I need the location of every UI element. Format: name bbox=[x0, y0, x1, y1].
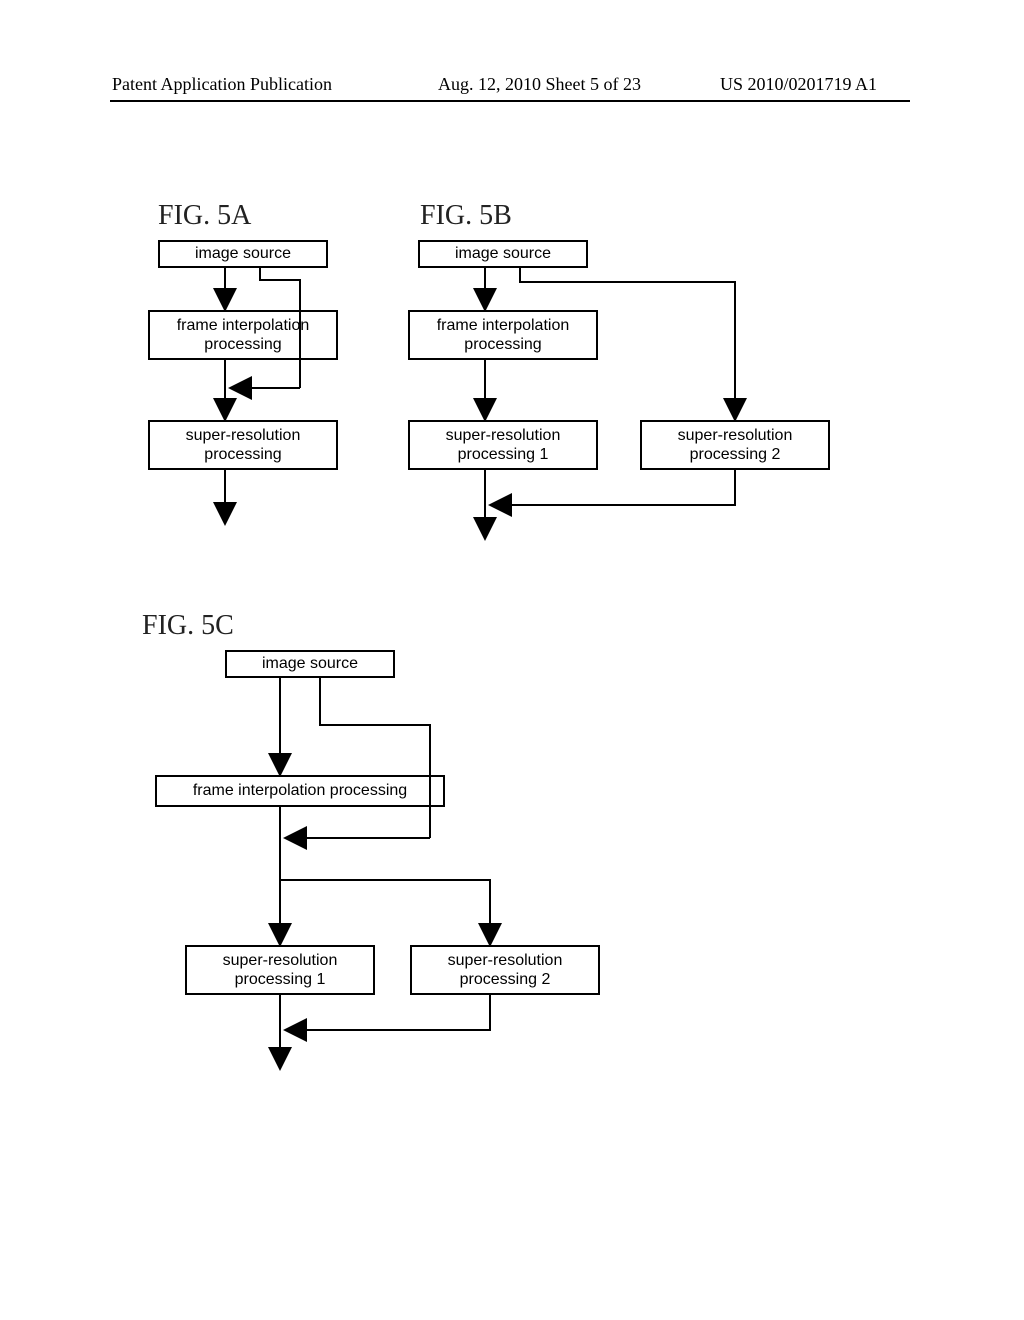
fig-5b-label: FIG. 5B bbox=[420, 200, 512, 232]
fig-5c-label: FIG. 5C bbox=[142, 610, 234, 642]
fig5a-image-source-box: image source bbox=[158, 240, 328, 268]
fig5b-super-res2-box: super-resolution processing 2 bbox=[640, 420, 830, 470]
fig5a-frame-interp-box: frame interpolation processing bbox=[148, 310, 338, 360]
fig5c-image-source-box: image source bbox=[225, 650, 395, 678]
fig5c-frame-interp-box: frame interpolation processing bbox=[155, 775, 445, 807]
fig5a-super-res-box: super-resolution processing bbox=[148, 420, 338, 470]
header-right: US 2010/0201719 A1 bbox=[720, 74, 877, 95]
header-left: Patent Application Publication bbox=[112, 74, 332, 95]
header-rule bbox=[110, 100, 910, 102]
fig5c-arrows bbox=[0, 0, 1024, 1320]
fig5b-image-source-box: image source bbox=[418, 240, 588, 268]
fig-5a-label: FIG. 5A bbox=[158, 200, 251, 232]
fig5b-super-res1-box: super-resolution processing 1 bbox=[408, 420, 598, 470]
fig5c-super-res2-box: super-resolution processing 2 bbox=[410, 945, 600, 995]
fig5c-super-res1-box: super-resolution processing 1 bbox=[185, 945, 375, 995]
header-center: Aug. 12, 2010 Sheet 5 of 23 bbox=[438, 74, 641, 95]
fig5b-frame-interp-box: frame interpolation processing bbox=[408, 310, 598, 360]
